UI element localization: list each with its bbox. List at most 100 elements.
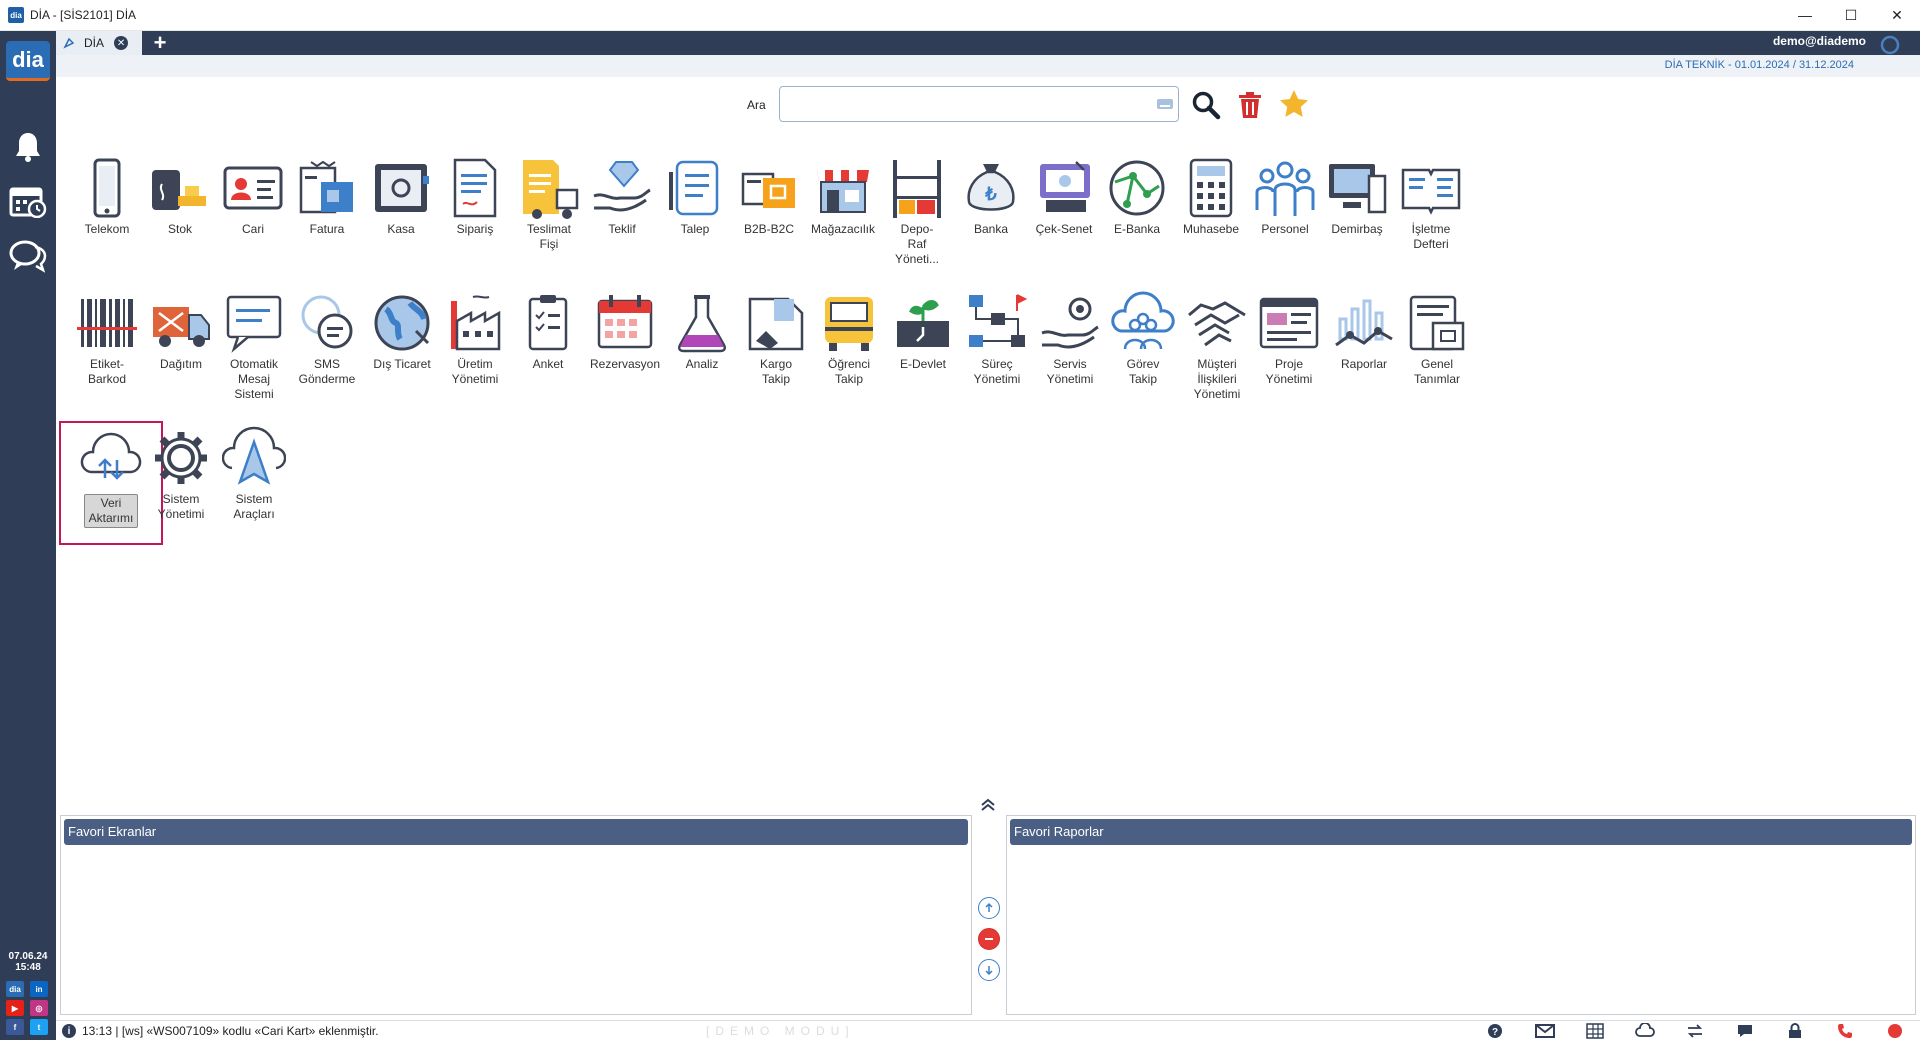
dia-link-icon[interactable]: dia	[6, 981, 24, 997]
computer-icon	[1329, 164, 1387, 214]
phone-icon[interactable]	[1820, 1021, 1870, 1041]
app-logo-icon: dia	[8, 7, 24, 23]
module-tile[interactable]: İşletme Defteri	[1386, 150, 1476, 270]
move-up-icon[interactable]	[978, 897, 1000, 919]
favorite-reports-header: Favori Raporlar	[1010, 819, 1912, 845]
report-chart-icon	[1335, 299, 1393, 347]
left-sidebar: dia 07.06.24 15:48 dia in ▶ ◎ f t	[0, 31, 56, 1040]
remove-icon[interactable]	[978, 928, 1000, 950]
gear-icon	[155, 432, 207, 484]
calculator-icon	[1189, 158, 1233, 218]
status-message: 13:13 | [ws] «WS007109» kodlu «Cari Kart…	[82, 1024, 379, 1038]
cloud-sync-icon[interactable]	[1620, 1021, 1670, 1041]
window-title-bar: dia DİA - [SİS2101] DİA — ☐ ✕	[0, 0, 1920, 31]
sidebar-clock: 07.06.24 15:48	[0, 951, 56, 973]
favorite-star-icon[interactable]	[1278, 88, 1310, 120]
factory-icon	[451, 295, 501, 351]
status-info: i 13:13 | [ws] «WS007109» kodlu «Cari Ka…	[62, 1024, 379, 1038]
calendar-icon	[597, 295, 653, 349]
status-icons: ?	[1470, 1021, 1920, 1041]
shelf-icon	[893, 160, 941, 218]
grid-icon[interactable]	[1570, 1021, 1620, 1041]
tab-label: DİA	[84, 36, 105, 50]
favorite-screens-panel: Favori Ekranlar	[60, 815, 972, 1015]
notifications-bell-icon[interactable]	[8, 127, 48, 167]
handshake-icon	[1188, 301, 1246, 347]
store-icon	[817, 170, 869, 213]
social-links: dia in ▶ ◎ f t	[6, 981, 52, 1035]
keyboard-icon[interactable]	[1156, 98, 1174, 110]
maximize-button[interactable]: ☐	[1828, 0, 1874, 31]
sidebar-date: 07.06.24	[8, 951, 48, 962]
module-label: Genel Tanımlar	[1413, 357, 1460, 386]
lock-icon[interactable]	[1770, 1021, 1820, 1041]
info-icon: i	[62, 1024, 76, 1038]
cloud-send-icon	[222, 426, 286, 485]
message-icon[interactable]	[1720, 1021, 1770, 1041]
diamond-hand-icon	[593, 161, 651, 212]
cloud-transfer-icon	[80, 432, 142, 480]
open-book-icon	[1401, 168, 1461, 215]
sms-bubble-icon	[301, 295, 353, 349]
calendar-clock-icon[interactable]	[8, 181, 48, 221]
close-window-button[interactable]: ✕	[1874, 0, 1920, 31]
svg-text:₺: ₺	[984, 184, 997, 204]
demo-mode-label: [DEMO MODU]	[706, 1024, 855, 1038]
linkedin-icon[interactable]: in	[30, 981, 48, 997]
request-scroll-icon	[669, 160, 719, 216]
youtube-icon[interactable]: ▶	[6, 1000, 24, 1016]
delivery-truck-icon	[523, 160, 579, 219]
tab-strip: DİA ✕ + demo@diademo	[56, 30, 1920, 55]
move-down-icon[interactable]	[978, 959, 1000, 981]
team-cloud-icon	[1111, 291, 1175, 350]
module-label: Sistem Araçları	[233, 492, 275, 521]
id-card-icon	[223, 166, 283, 210]
status-bar: i 13:13 | [ws] «WS007109» kodlu «Cari Ka…	[56, 1020, 1920, 1040]
survey-clipboard-icon	[528, 295, 568, 351]
module-tile[interactable]: Genel Tanımlar	[1392, 285, 1482, 405]
service-hand-gear-icon	[1041, 297, 1099, 349]
record-icon[interactable]	[1870, 1021, 1920, 1041]
dia-logo[interactable]: dia	[6, 41, 50, 81]
company-period: DİA TEKNİK - 01.01.2024 / 31.12.2024	[1664, 59, 1854, 71]
safe-icon	[375, 164, 429, 212]
module-label: İşletme Defteri	[1411, 222, 1451, 251]
invoice-icon	[299, 160, 353, 214]
minimize-button[interactable]: —	[1782, 0, 1828, 31]
barrel-gold-icon	[152, 170, 206, 210]
tab-dia[interactable]: DİA ✕	[56, 31, 142, 55]
project-window-icon	[1259, 297, 1319, 349]
window-controls: — ☐ ✕	[1782, 0, 1920, 31]
twitter-icon[interactable]: t	[30, 1019, 48, 1035]
instagram-icon[interactable]: ◎	[30, 1000, 48, 1016]
general-settings-doc-icon	[1409, 295, 1465, 351]
facebook-icon[interactable]: f	[6, 1019, 24, 1035]
search-icon[interactable]	[1191, 90, 1221, 120]
globe-network-icon	[1109, 160, 1165, 216]
clear-trash-icon[interactable]	[1236, 90, 1264, 120]
svg-text:?: ?	[1492, 1027, 1498, 1038]
chat-bubbles-icon[interactable]	[8, 236, 48, 276]
plant-sign-icon	[897, 300, 949, 347]
cheque-icon	[1040, 161, 1090, 212]
phone-icon	[93, 158, 121, 218]
search-input[interactable]	[779, 86, 1179, 122]
help-icon[interactable]: ?	[1470, 1021, 1520, 1041]
distribution-truck-icon	[153, 307, 210, 347]
barcode-icon	[77, 299, 137, 347]
people-icon	[1255, 161, 1315, 216]
company-info-bar: DİA TEKNİK - 01.01.2024 / 31.12.2024	[56, 55, 1920, 77]
process-flow-icon	[969, 294, 1028, 347]
order-document-icon	[453, 158, 497, 218]
flask-icon	[677, 295, 727, 353]
add-tab-button[interactable]: +	[148, 30, 172, 55]
message-board-icon	[226, 295, 282, 353]
module-tile[interactable]: Sistem Araçları	[209, 420, 299, 540]
collapse-arrows-icon[interactable]	[978, 798, 998, 814]
transfer-icon[interactable]	[1670, 1021, 1720, 1041]
school-bus-icon	[825, 297, 873, 351]
tab-close-button[interactable]: ✕	[114, 36, 129, 50]
username[interactable]: demo@diademo	[1773, 34, 1866, 48]
b2b-cards-icon	[741, 172, 795, 208]
mail-icon[interactable]	[1520, 1021, 1570, 1041]
